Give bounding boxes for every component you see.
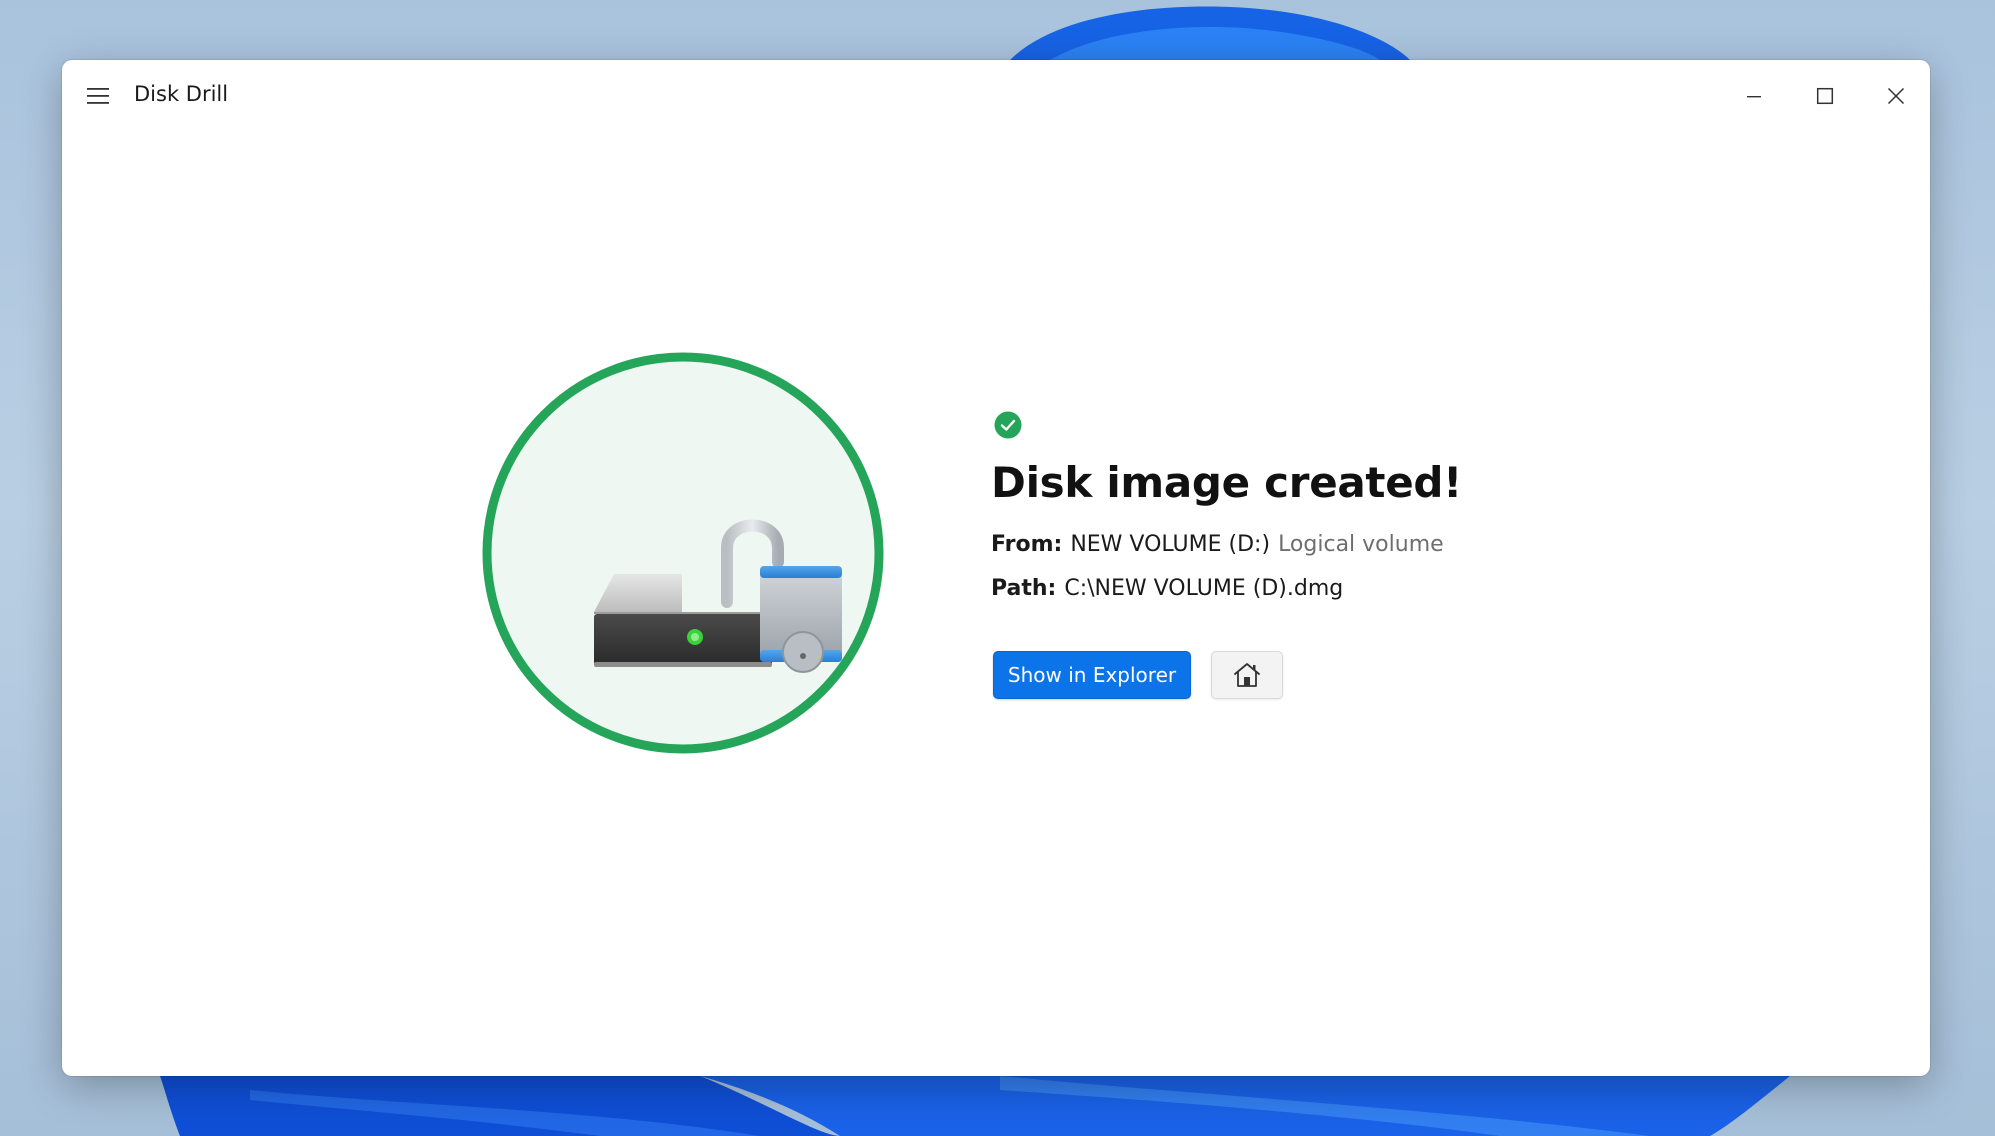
maximize-button[interactable] (1791, 60, 1859, 132)
home-button[interactable] (1211, 651, 1283, 699)
maximize-icon (1816, 87, 1834, 105)
unlocked-drive-icon (482, 352, 884, 754)
show-in-explorer-button[interactable]: Show in Explorer (993, 651, 1191, 699)
path-label: Path: (991, 576, 1057, 601)
from-subtitle: Logical volume (1278, 532, 1444, 557)
close-button[interactable] (1862, 60, 1930, 132)
minimize-icon (1747, 96, 1761, 98)
title-bar: Disk Drill (62, 60, 1930, 132)
minimize-button[interactable] (1720, 60, 1788, 132)
success-check-icon (994, 411, 1022, 439)
from-value: NEW VOLUME (D:) (1070, 532, 1271, 557)
from-label: From: (991, 532, 1063, 557)
app-title: Disk Drill (134, 82, 229, 106)
home-icon (1234, 663, 1260, 687)
path-info: Path: C:\NEW VOLUME (D).dmg (991, 576, 1343, 601)
app-window: Disk Drill Disk image created! From: NEW… (62, 60, 1930, 1076)
result-heading: Disk image created! (991, 458, 1463, 507)
close-icon (1887, 87, 1905, 105)
path-value: C:\NEW VOLUME (D).dmg (1064, 576, 1344, 601)
hamburger-menu-icon[interactable] (82, 80, 114, 112)
source-info: From: NEW VOLUME (D:) Logical volume (991, 532, 1444, 557)
